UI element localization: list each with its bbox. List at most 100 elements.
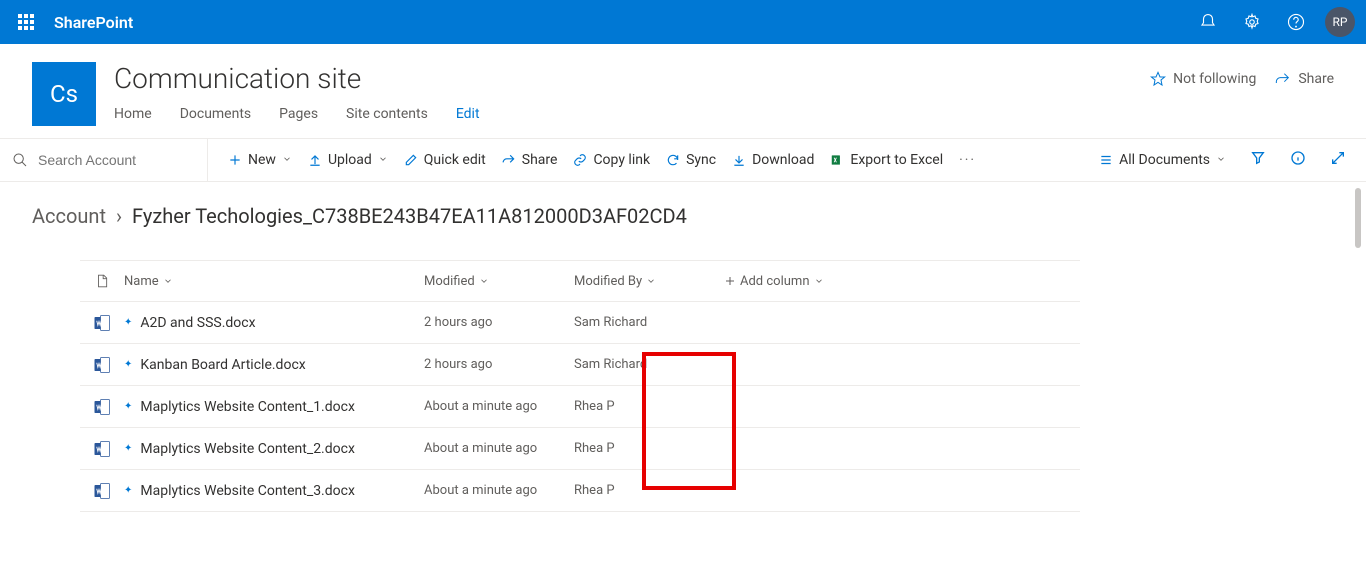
search-icon <box>12 151 28 169</box>
upload-icon <box>308 153 322 167</box>
download-label: Download <box>752 152 814 168</box>
quick-edit-button[interactable]: Quick edit <box>396 139 494 181</box>
sync-button[interactable]: Sync <box>658 139 724 181</box>
new-indicator-icon: ✦ <box>124 485 132 496</box>
table-row[interactable]: ✦Maplytics Website Content_2.docxAbout a… <box>80 428 1080 470</box>
file-modified: About a minute ago <box>424 441 574 456</box>
site-nav: Home Documents Pages Site contents Edit <box>114 106 1149 122</box>
chevron-down-icon <box>282 152 292 168</box>
word-icon <box>80 356 124 374</box>
export-label: Export to Excel <box>850 152 943 168</box>
file-name[interactable]: ✦Kanban Board Article.docx <box>124 357 424 373</box>
plus-icon <box>228 153 242 167</box>
avatar[interactable]: RP <box>1325 7 1355 37</box>
file-modified: 2 hours ago <box>424 315 574 330</box>
search-box[interactable] <box>0 139 208 181</box>
word-icon <box>80 314 124 332</box>
sync-label: Sync <box>686 152 716 168</box>
export-button[interactable]: Export to Excel <box>822 139 951 181</box>
word-icon <box>80 482 124 500</box>
new-indicator-icon: ✦ <box>124 359 132 370</box>
col-modifiedby-header[interactable]: Modified By <box>574 274 724 289</box>
share-label: Share <box>1298 71 1334 87</box>
follow-button[interactable]: Not following <box>1149 70 1256 88</box>
share-icon <box>502 153 516 167</box>
quick-edit-label: Quick edit <box>424 152 486 168</box>
share-button[interactable]: Share <box>494 139 566 181</box>
nav-edit[interactable]: Edit <box>456 106 480 122</box>
new-indicator-icon: ✦ <box>124 401 132 412</box>
filter-icon <box>1250 150 1266 170</box>
notifications-icon[interactable] <box>1186 0 1230 44</box>
view-label: All Documents <box>1119 152 1210 168</box>
file-modified-by: Rhea P <box>574 483 724 498</box>
site-logo[interactable]: Cs <box>32 62 96 126</box>
file-modified: About a minute ago <box>424 399 574 414</box>
file-modified-by: Sam Richard <box>574 357 724 372</box>
more-icon: ··· <box>959 152 976 168</box>
file-modified: About a minute ago <box>424 483 574 498</box>
link-icon <box>573 153 587 167</box>
table-row[interactable]: ✦Kanban Board Article.docx2 hours agoSam… <box>80 344 1080 386</box>
app-name[interactable]: SharePoint <box>48 13 133 32</box>
info-button[interactable] <box>1282 150 1314 170</box>
site-title: Communication site <box>114 62 1149 96</box>
expand-button[interactable] <box>1322 150 1354 170</box>
app-launcher-icon[interactable] <box>4 0 48 44</box>
new-indicator-icon: ✦ <box>124 317 132 328</box>
chevron-down-icon <box>163 276 173 286</box>
file-name[interactable]: ✦A2D and SSS.docx <box>124 315 424 331</box>
settings-icon[interactable] <box>1230 0 1274 44</box>
star-icon <box>1149 70 1167 88</box>
follow-label: Not following <box>1173 71 1256 87</box>
share-site-button[interactable]: Share <box>1274 70 1334 88</box>
view-selector[interactable]: All Documents <box>1091 152 1234 168</box>
upload-button[interactable]: Upload <box>300 139 396 181</box>
upload-label: Upload <box>328 152 372 168</box>
download-button[interactable]: Download <box>724 139 822 181</box>
word-icon <box>80 398 124 416</box>
chevron-down-icon <box>479 276 489 286</box>
file-modified-by: Rhea P <box>574 399 724 414</box>
nav-documents[interactable]: Documents <box>180 106 251 122</box>
file-name[interactable]: ✦Maplytics Website Content_2.docx <box>124 441 424 457</box>
table-row[interactable]: ✦A2D and SSS.docx2 hours agoSam Richard <box>80 302 1080 344</box>
command-bar: New Upload Quick edit Share Copy link Sy… <box>208 139 1366 181</box>
nav-site-contents[interactable]: Site contents <box>346 106 428 122</box>
col-add-header[interactable]: Add column <box>724 274 894 289</box>
filter-button[interactable] <box>1242 150 1274 170</box>
col-modified-header[interactable]: Modified <box>424 274 574 289</box>
col-type-icon[interactable] <box>80 272 124 290</box>
scrollbar[interactable] <box>1350 188 1366 488</box>
command-row: New Upload Quick edit Share Copy link Sy… <box>0 138 1366 182</box>
download-icon <box>732 153 746 167</box>
chevron-down-icon <box>814 276 824 286</box>
new-button[interactable]: New <box>220 139 300 181</box>
edit-icon <box>404 153 418 167</box>
breadcrumb: Account › Fyzher Techologies_C738BE243B4… <box>32 204 1334 228</box>
nav-home[interactable]: Home <box>114 106 152 122</box>
more-button[interactable]: ··· <box>951 139 984 181</box>
breadcrumb-root[interactable]: Account <box>32 204 106 228</box>
excel-icon <box>830 153 844 167</box>
copy-link-label: Copy link <box>593 152 650 168</box>
new-indicator-icon: ✦ <box>124 443 132 454</box>
file-name[interactable]: ✦Maplytics Website Content_3.docx <box>124 483 424 499</box>
nav-pages[interactable]: Pages <box>279 106 318 122</box>
help-icon[interactable] <box>1274 0 1318 44</box>
table-row[interactable]: ✦Maplytics Website Content_1.docxAbout a… <box>80 386 1080 428</box>
col-name-header[interactable]: Name <box>124 274 424 289</box>
share-icon <box>1274 70 1292 88</box>
word-icon <box>80 440 124 458</box>
file-name[interactable]: ✦Maplytics Website Content_1.docx <box>124 399 424 415</box>
table-row[interactable]: ✦Maplytics Website Content_3.docxAbout a… <box>80 470 1080 512</box>
search-input[interactable] <box>36 151 195 169</box>
document-table: Name Modified Modified By Add column ✦A2… <box>80 260 1080 512</box>
chevron-down-icon <box>378 152 388 168</box>
file-modified: 2 hours ago <box>424 357 574 372</box>
info-icon <box>1290 150 1306 170</box>
copy-link-button[interactable]: Copy link <box>565 139 658 181</box>
scrollbar-thumb[interactable] <box>1355 188 1361 248</box>
table-header: Name Modified Modified By Add column <box>80 260 1080 302</box>
site-header: Cs Communication site Home Documents Pag… <box>0 44 1366 126</box>
